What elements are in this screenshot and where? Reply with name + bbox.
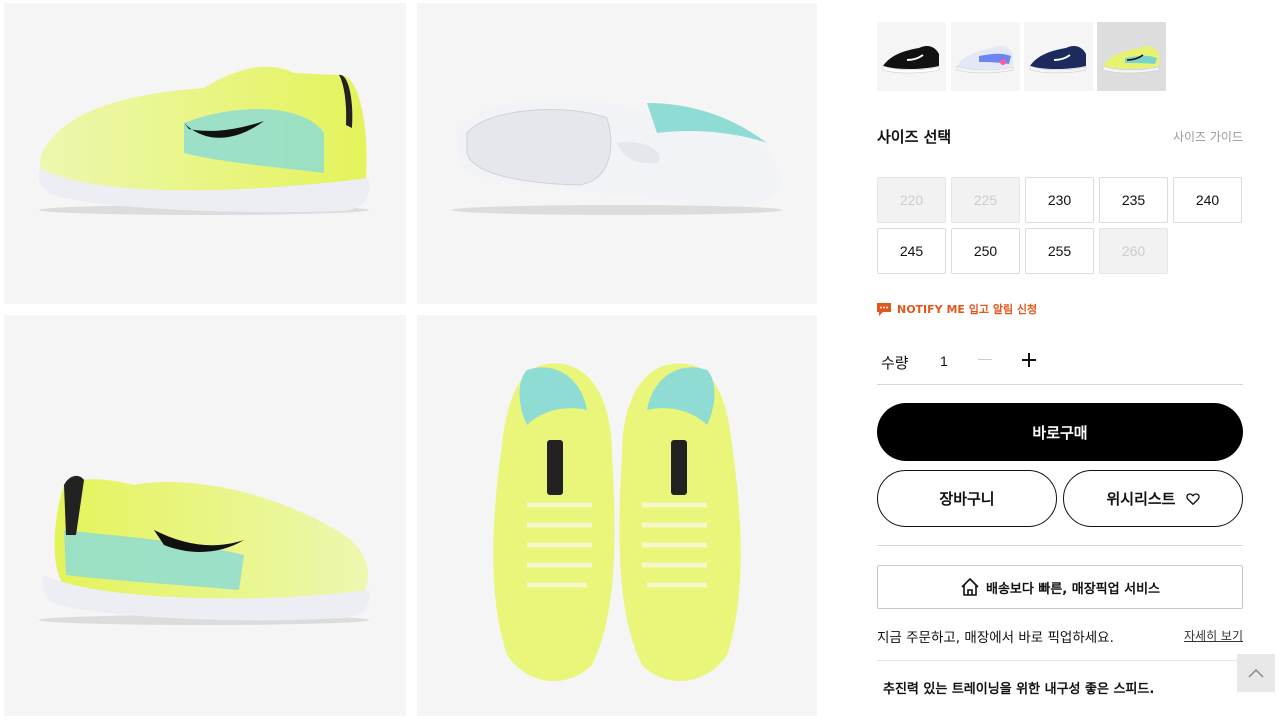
store-pickup-label: 배송보다 빠른, 매장픽업 서비스 xyxy=(986,581,1160,597)
size-option-245[interactable]: 245 xyxy=(877,228,946,274)
size-option-255[interactable]: 255 xyxy=(1025,228,1094,274)
notify-me-link[interactable]: NOTIFY ME 입고 알림 신청 xyxy=(877,300,1037,318)
purchase-panel: 사이즈 선택 사이즈 가이드 220 225 230 235 240 245 2… xyxy=(877,0,1243,724)
divider xyxy=(877,545,1243,546)
quantity-plus-button[interactable] xyxy=(1021,352,1037,368)
buy-now-button[interactable]: 바로구매 xyxy=(877,403,1243,461)
size-title: 사이즈 선택 xyxy=(877,128,952,146)
color-swatches xyxy=(877,22,1177,91)
size-guide-link[interactable]: 사이즈 가이드 xyxy=(1173,128,1243,145)
product-image-medial[interactable] xyxy=(4,315,406,716)
color-swatch-black[interactable] xyxy=(877,22,946,91)
chevron-up-icon xyxy=(1248,668,1264,678)
color-swatch-white-blue[interactable] xyxy=(951,22,1020,91)
quantity-stepper: 수량 1 xyxy=(877,343,1243,385)
quantity-minus-button[interactable] xyxy=(978,359,992,360)
store-home-icon xyxy=(961,578,979,596)
scroll-to-top-button[interactable] xyxy=(1237,654,1275,692)
notify-me-label: NOTIFY ME 입고 알림 신청 xyxy=(897,303,1038,316)
size-option-235[interactable]: 235 xyxy=(1099,177,1168,223)
size-option-225: 225 xyxy=(951,177,1020,223)
size-grid: 220 225 230 235 240 245 250 255 260 xyxy=(877,177,1243,275)
product-image-outsole[interactable] xyxy=(417,3,817,304)
add-to-cart-label: 장바구니 xyxy=(939,490,995,508)
quantity-label: 수량 xyxy=(881,354,909,372)
store-pickup-banner[interactable]: 배송보다 빠른, 매장픽업 서비스 xyxy=(877,565,1243,609)
color-swatch-navy[interactable] xyxy=(1024,22,1093,91)
store-pickup-more-link[interactable]: 자세히 보기 xyxy=(1184,627,1243,644)
heart-icon xyxy=(1185,492,1200,505)
size-option-240[interactable]: 240 xyxy=(1173,177,1242,223)
size-option-220: 220 xyxy=(877,177,946,223)
wishlist-button[interactable]: 위시리스트 xyxy=(1063,470,1243,527)
size-option-260: 260 xyxy=(1099,228,1168,274)
size-option-230[interactable]: 230 xyxy=(1025,177,1094,223)
shoe-pair-top-illustration xyxy=(493,363,741,682)
size-option-250[interactable]: 250 xyxy=(951,228,1020,274)
add-to-cart-button[interactable]: 장바구니 xyxy=(877,470,1057,527)
store-pickup-description: 지금 주문하고, 매장에서 바로 픽업하세요. xyxy=(877,630,1114,646)
product-image-top[interactable] xyxy=(417,315,817,716)
color-swatch-volt-selected[interactable] xyxy=(1097,22,1166,91)
quantity-value: 1 xyxy=(940,353,948,369)
wishlist-label: 위시리스트 xyxy=(1106,490,1176,508)
product-image-side[interactable] xyxy=(4,3,406,304)
divider xyxy=(877,660,1243,661)
product-tagline: 추진력 있는 트레이닝을 위한 내구성 좋은 스피드. xyxy=(883,682,1155,697)
shoe-medial-illustration xyxy=(39,475,370,625)
shoe-outsole-illustration xyxy=(452,99,782,215)
size-header: 사이즈 선택 사이즈 가이드 xyxy=(877,126,1243,146)
chat-bubble-icon xyxy=(877,302,891,316)
shoe-side-illustration xyxy=(38,66,370,215)
